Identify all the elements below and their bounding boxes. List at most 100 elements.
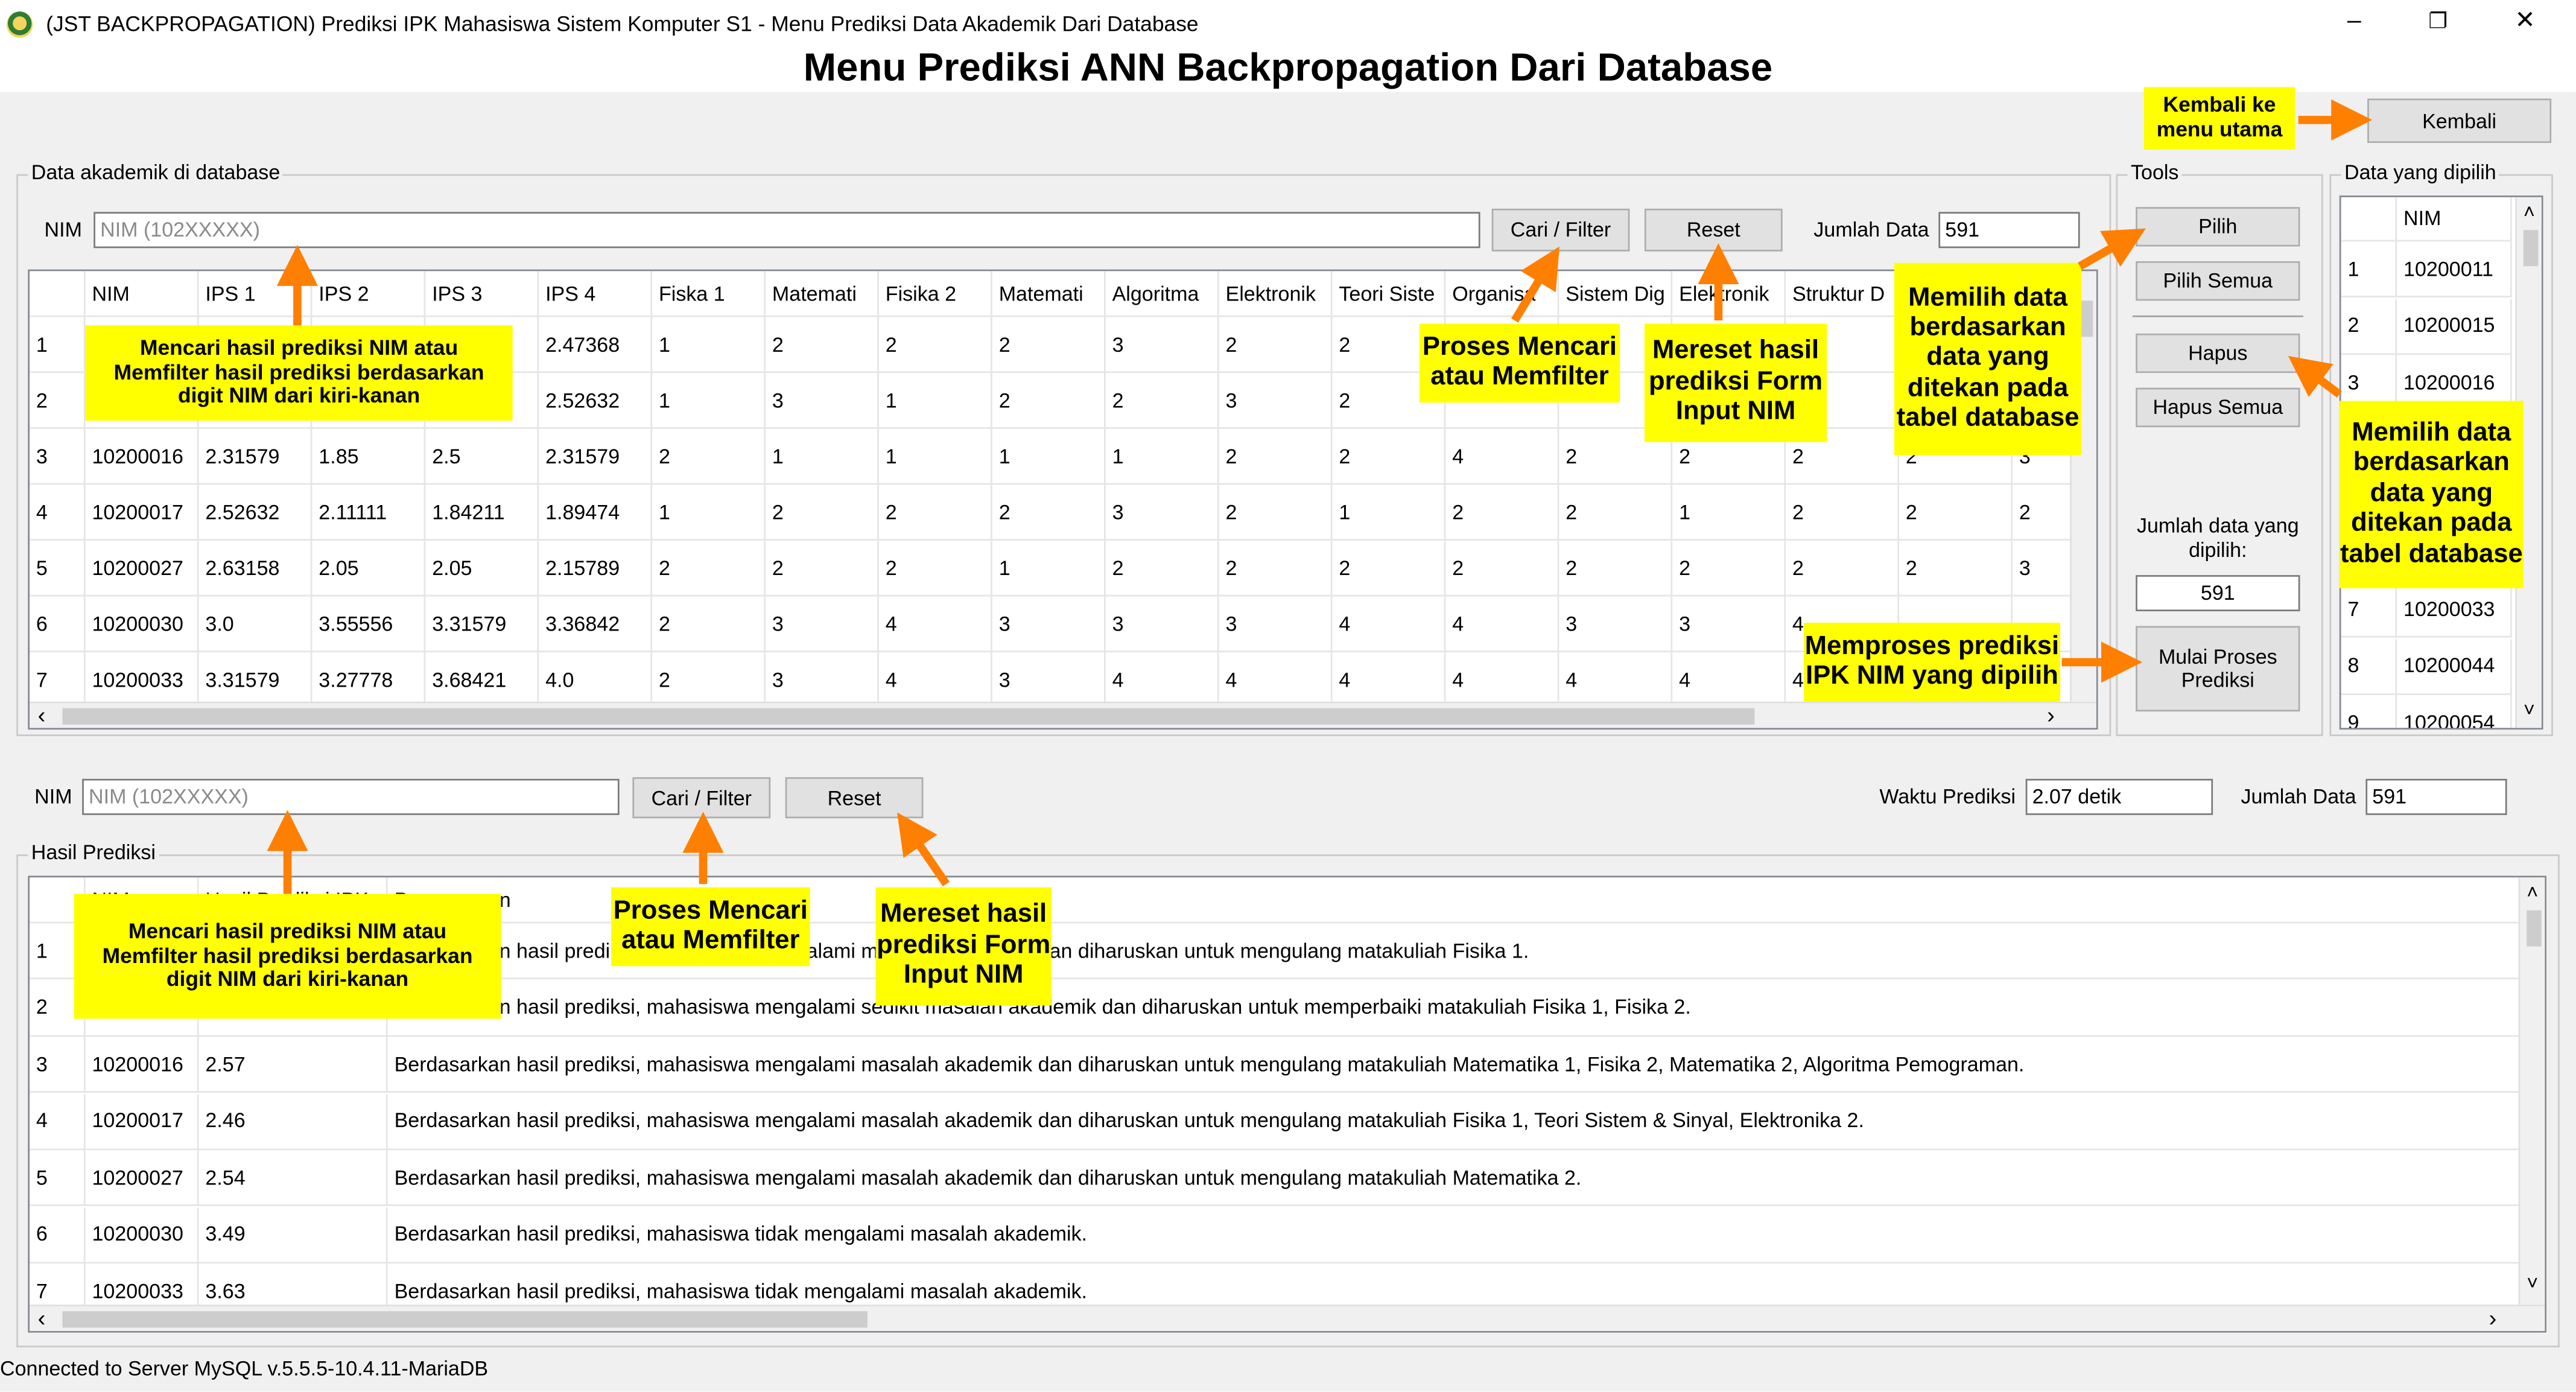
maximize-button[interactable]: ❐ bbox=[2400, 3, 2476, 42]
table-cell[interactable]: 2.11111 bbox=[312, 485, 426, 541]
table-cell[interactable]: 2 bbox=[766, 317, 879, 373]
selected-row[interactable]: 1 10200011 bbox=[2341, 241, 2512, 297]
selected-row[interactable]: 7 10200033 bbox=[2341, 582, 2512, 638]
table-cell[interactable]: 1 bbox=[652, 485, 766, 541]
hasil-cell[interactable]: 10200030 bbox=[85, 1207, 199, 1263]
table-cell[interactable]: 2 bbox=[1899, 485, 2013, 541]
scroll-up-icon[interactable]: ˄ bbox=[2527, 881, 2538, 904]
hasil-cell[interactable]: Berdasarkan hasil prediksi, mahasiswa me… bbox=[387, 1150, 2524, 1206]
vertical-scrollbar[interactable]: ˄ ˅ bbox=[2518, 877, 2545, 1305]
column-header[interactable]: Fisika 2 bbox=[878, 271, 992, 317]
table-cell[interactable]: 1 bbox=[1332, 485, 1446, 541]
top-search-button[interactable]: Cari / Filter bbox=[1491, 208, 1630, 252]
table-cell[interactable]: 2 bbox=[1559, 485, 1673, 541]
table-cell[interactable]: 10200033 bbox=[85, 652, 199, 708]
table-cell[interactable]: 2 bbox=[1445, 540, 1559, 597]
table-cell[interactable]: 2 bbox=[766, 485, 879, 541]
table-cell[interactable]: 2 bbox=[1672, 540, 1786, 597]
top-reset-button[interactable]: Reset bbox=[1644, 208, 1783, 252]
table-cell[interactable]: 2.05 bbox=[425, 540, 539, 597]
scroll-left-icon[interactable]: ‹ bbox=[38, 702, 46, 728]
table-cell[interactable]: 3.68421 bbox=[425, 652, 539, 708]
scroll-right-icon[interactable]: › bbox=[2047, 702, 2055, 728]
table-cell[interactable]: 2 bbox=[1219, 540, 1333, 597]
table-cell[interactable]: 2 bbox=[878, 485, 992, 541]
table-cell[interactable]: 3 bbox=[992, 596, 1106, 653]
hasil-row[interactable]: 5 10200027 2.54 Berdasarkan hasil prediksi,… bbox=[30, 1150, 2524, 1206]
bottom-search-button[interactable]: Cari / Filter bbox=[632, 777, 771, 819]
table-cell[interactable]: 1.89474 bbox=[539, 485, 653, 541]
table-cell[interactable]: 1 bbox=[992, 540, 1106, 597]
table-cell[interactable]: 2 bbox=[1219, 428, 1333, 485]
hasil-cell[interactable]: Berdasarkan hasil prediksi, mahasiswa me… bbox=[387, 1093, 2524, 1149]
hasil-cell[interactable]: Berdasarkan hasil prediksi, mahasiswa me… bbox=[387, 980, 2524, 1036]
scroll-down-icon[interactable]: ˅ bbox=[2527, 1272, 2538, 1295]
top-nim-input[interactable]: NIM (102XXXXX) bbox=[94, 212, 1480, 249]
bottom-nim-input[interactable]: NIM (102XXXXX) bbox=[82, 778, 620, 815]
column-header[interactable]: Struktur D bbox=[1786, 271, 1900, 317]
selected-nim-cell[interactable]: 10200044 bbox=[2397, 638, 2512, 694]
table-cell[interactable]: 4.0 bbox=[539, 652, 653, 708]
column-header[interactable]: Elektronik bbox=[1672, 271, 1786, 317]
table-cell[interactable]: 2 bbox=[1786, 540, 1900, 597]
table-cell[interactable]: 2 bbox=[1105, 373, 1219, 429]
table-cell[interactable]: 2 bbox=[992, 373, 1106, 429]
hasil-row[interactable]: 4 10200017 2.46 Berdasarkan hasil prediksi,… bbox=[30, 1093, 2524, 1149]
table-cell[interactable]: 2.31579 bbox=[539, 428, 653, 485]
table-cell[interactable]: 1 bbox=[1105, 428, 1219, 485]
selected-nim-cell[interactable]: 10200054 bbox=[2397, 694, 2512, 728]
table-cell[interactable]: 2 bbox=[992, 317, 1106, 373]
hasil-cell[interactable]: 2.57 bbox=[198, 1037, 388, 1093]
scroll-up-icon[interactable]: ˄ bbox=[2524, 200, 2535, 223]
table-cell[interactable]: 10200017 bbox=[85, 485, 199, 541]
table-cell[interactable]: 3.0 bbox=[198, 596, 312, 653]
selected-nim-cell[interactable]: 10200015 bbox=[2397, 298, 2512, 354]
table-cell[interactable]: 2.5 bbox=[425, 428, 539, 485]
close-button[interactable]: ✕ bbox=[2487, 3, 2563, 42]
table-cell[interactable]: 2.63158 bbox=[198, 540, 312, 597]
table-cell[interactable]: 3.31579 bbox=[198, 652, 312, 708]
table-cell[interactable]: 3 bbox=[1219, 373, 1333, 429]
table-cell[interactable]: 3.55556 bbox=[312, 596, 426, 653]
column-header[interactable]: Algoritma bbox=[1105, 271, 1219, 317]
table-cell[interactable]: 4 bbox=[1445, 596, 1559, 653]
table-cell[interactable]: 4 bbox=[1672, 652, 1786, 708]
table-cell[interactable]: 1 bbox=[652, 373, 766, 429]
selected-row[interactable]: 8 10200044 bbox=[2341, 638, 2512, 694]
table-cell[interactable]: 10200016 bbox=[85, 428, 199, 485]
minimize-button[interactable]: – bbox=[2317, 3, 2392, 42]
table-cell[interactable]: 3.36842 bbox=[539, 596, 653, 653]
hasil-cell[interactable]: 10200016 bbox=[85, 1037, 199, 1093]
table-cell[interactable]: 2.15789 bbox=[539, 540, 653, 597]
scrollbar-thumb[interactable] bbox=[62, 708, 1755, 725]
table-cell[interactable]: 2 bbox=[766, 540, 879, 597]
selected-nim-cell[interactable]: 10200033 bbox=[2397, 582, 2512, 638]
hasil-cell[interactable]: Berdasarkan hasil prediksi, mahasiswa me… bbox=[387, 1037, 2524, 1093]
hasil-cell[interactable]: 2.46 bbox=[198, 1093, 388, 1149]
hasil-cell[interactable]: Berdasarkan hasil prediksi, mahasiswa ti… bbox=[387, 1207, 2524, 1263]
hapus-semua-button[interactable]: Hapus Semua bbox=[2136, 387, 2300, 428]
table-cell[interactable]: 3 bbox=[1105, 485, 1219, 541]
table-cell[interactable]: 2.52632 bbox=[198, 485, 312, 541]
table-cell[interactable]: 2 bbox=[878, 540, 992, 597]
column-header[interactable]: Sistem Dig bbox=[1559, 271, 1673, 317]
pilih-button[interactable]: Pilih bbox=[2136, 207, 2300, 247]
hapus-button[interactable]: Hapus bbox=[2136, 333, 2300, 373]
table-cell[interactable]: 4 bbox=[1332, 596, 1446, 653]
table-cell[interactable]: 2 bbox=[1105, 540, 1219, 597]
table-cell[interactable]: 3 bbox=[766, 373, 879, 429]
table-cell[interactable]: 3 bbox=[766, 652, 879, 708]
table-cell[interactable]: 1 bbox=[992, 428, 1106, 485]
table-cell[interactable]: 3 bbox=[992, 652, 1106, 708]
table-cell[interactable]: 2 bbox=[1219, 485, 1333, 541]
table-cell[interactable]: 2 bbox=[652, 652, 766, 708]
column-header[interactable]: Matemati bbox=[766, 271, 879, 317]
hasil-row[interactable]: 3 10200016 2.57 Berdasarkan hasil prediksi,… bbox=[30, 1037, 2524, 1093]
column-header[interactable]: IPS 4 bbox=[539, 271, 653, 317]
selected-nim-cell[interactable]: 10200011 bbox=[2397, 241, 2512, 297]
table-cell[interactable]: 4 bbox=[878, 596, 992, 653]
hasil-row[interactable]: 6 10200030 3.49 Berdasarkan hasil prediksi,… bbox=[30, 1207, 2524, 1263]
column-header[interactable]: Organisa bbox=[1445, 271, 1559, 317]
table-cell[interactable]: 3 bbox=[1105, 317, 1219, 373]
table-cell[interactable]: 4 bbox=[1105, 652, 1219, 708]
